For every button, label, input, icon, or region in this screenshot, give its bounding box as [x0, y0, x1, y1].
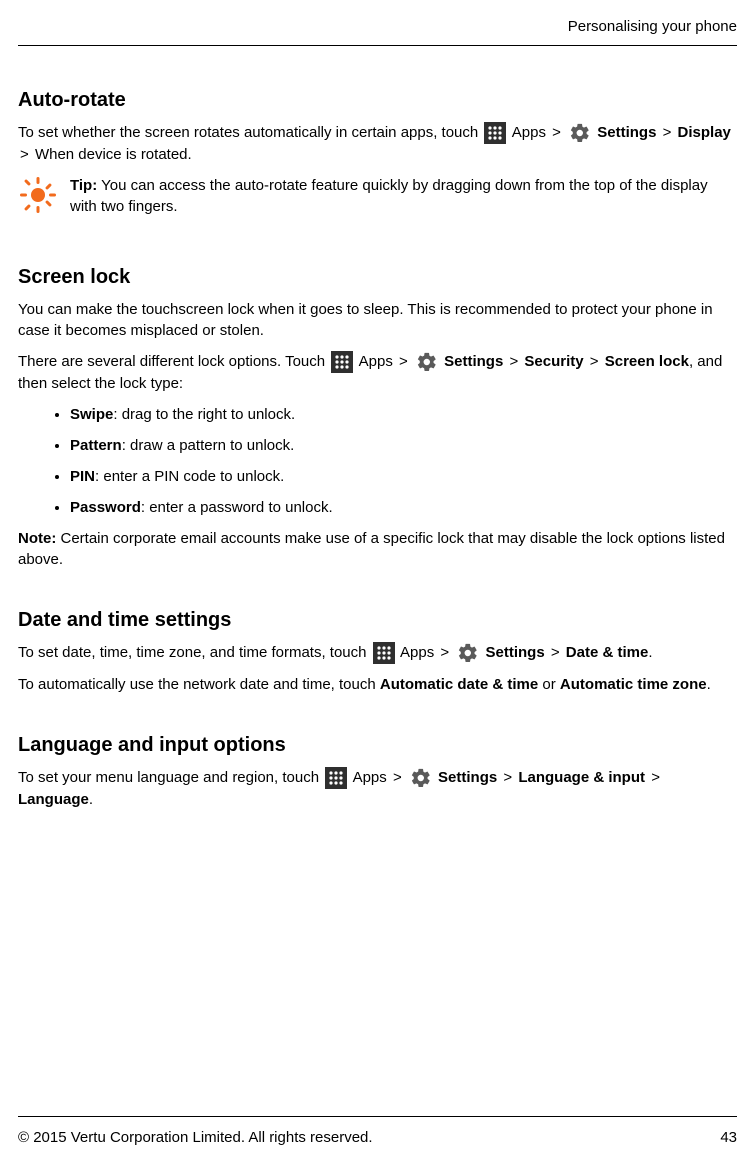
settings-label: Settings [444, 353, 503, 370]
separator: > [503, 769, 512, 786]
language-path: To set your menu language and region, to… [18, 767, 737, 810]
apps-icon [325, 767, 347, 789]
settings-icon [569, 122, 591, 144]
heading-language: Language and input options [18, 731, 737, 759]
auto-tz-label: Automatic time zone [560, 676, 707, 693]
lang-input-label: Language & input [518, 769, 645, 786]
separator: > [393, 769, 402, 786]
tip-label: Tip: [70, 177, 97, 194]
footer-divider [18, 1116, 737, 1117]
screen-lock-intro: You can make the touchscreen lock when i… [18, 299, 737, 341]
auto-date-time-label: Automatic date & time [380, 676, 538, 693]
separator: > [552, 124, 561, 141]
tip-text: Tip: You can access the auto-rotate feat… [70, 175, 737, 217]
text: To set date, time, time zone, and time f… [18, 644, 371, 661]
display-label: Display [678, 124, 731, 141]
page-header-title: Personalising your phone [18, 16, 737, 37]
lock-type-name: Password [70, 499, 141, 516]
screen-lock-label: Screen lock [605, 353, 689, 370]
security-label: Security [524, 353, 583, 370]
lock-type-name: Pattern [70, 437, 122, 454]
lock-type-name: PIN [70, 468, 95, 485]
note-block: Note: Certain corporate email accounts m… [18, 528, 737, 570]
text: . [648, 644, 652, 661]
list-item: PIN: enter a PIN code to unlock. [70, 466, 737, 487]
note-text: Certain corporate email accounts make us… [18, 530, 725, 568]
heading-date-time: Date and time settings [18, 606, 737, 634]
language-label: Language [18, 791, 89, 808]
apps-icon [373, 642, 395, 664]
tip-block: Tip: You can access the auto-rotate feat… [18, 175, 737, 227]
text: When device is rotated. [35, 146, 192, 163]
auto-rotate-path: To set whether the screen rotates automa… [18, 122, 737, 165]
separator: > [551, 644, 560, 661]
page-footer: © 2015 Vertu Corporation Limited. All ri… [0, 1116, 755, 1148]
apps-label: Apps [512, 124, 546, 141]
settings-icon [457, 642, 479, 664]
lock-type-desc: : enter a password to unlock. [141, 499, 333, 516]
lock-types-list: Swipe: drag to the right to unlock. Patt… [18, 404, 737, 518]
apps-icon [484, 122, 506, 144]
text: or [538, 676, 560, 693]
text: To set your menu language and region, to… [18, 769, 323, 786]
separator: > [509, 353, 518, 370]
lock-type-desc: : enter a PIN code to unlock. [95, 468, 284, 485]
list-item: Swipe: drag to the right to unlock. [70, 404, 737, 425]
heading-screen-lock: Screen lock [18, 263, 737, 291]
page-number: 43 [720, 1127, 737, 1148]
copyright-text: © 2015 Vertu Corporation Limited. All ri… [18, 1127, 373, 1148]
separator: > [590, 353, 599, 370]
text: . [89, 791, 93, 808]
date-time-label: Date & time [566, 644, 649, 661]
header-divider [18, 45, 737, 46]
apps-label: Apps [400, 644, 434, 661]
text: You can access the auto-rotate feature q… [70, 177, 708, 215]
separator: > [399, 353, 408, 370]
lock-type-name: Swipe [70, 406, 113, 423]
settings-icon [416, 351, 438, 373]
apps-label: Apps [353, 769, 387, 786]
lock-type-desc: : drag to the right to unlock. [113, 406, 295, 423]
settings-icon [410, 767, 432, 789]
text: To set whether the screen rotates automa… [18, 124, 482, 141]
date-time-path: To set date, time, time zone, and time f… [18, 642, 737, 664]
tip-lightbulb-icon [18, 175, 58, 215]
note-label: Note: [18, 530, 56, 547]
separator: > [440, 644, 449, 661]
separator: > [20, 146, 29, 163]
screen-lock-path: There are several different lock options… [18, 351, 737, 394]
list-item: Pattern: draw a pattern to unlock. [70, 435, 737, 456]
separator: > [651, 769, 660, 786]
lock-type-desc: : draw a pattern to unlock. [122, 437, 295, 454]
text: . [707, 676, 711, 693]
text: There are several different lock options… [18, 353, 329, 370]
list-item: Password: enter a password to unlock. [70, 497, 737, 518]
heading-auto-rotate: Auto-rotate [18, 86, 737, 114]
settings-label: Settings [486, 644, 545, 661]
text: To automatically use the network date an… [18, 676, 380, 693]
settings-label: Settings [597, 124, 656, 141]
apps-icon [331, 351, 353, 373]
date-time-auto: To automatically use the network date an… [18, 674, 737, 695]
apps-label: Apps [359, 353, 393, 370]
separator: > [663, 124, 672, 141]
settings-label: Settings [438, 769, 497, 786]
